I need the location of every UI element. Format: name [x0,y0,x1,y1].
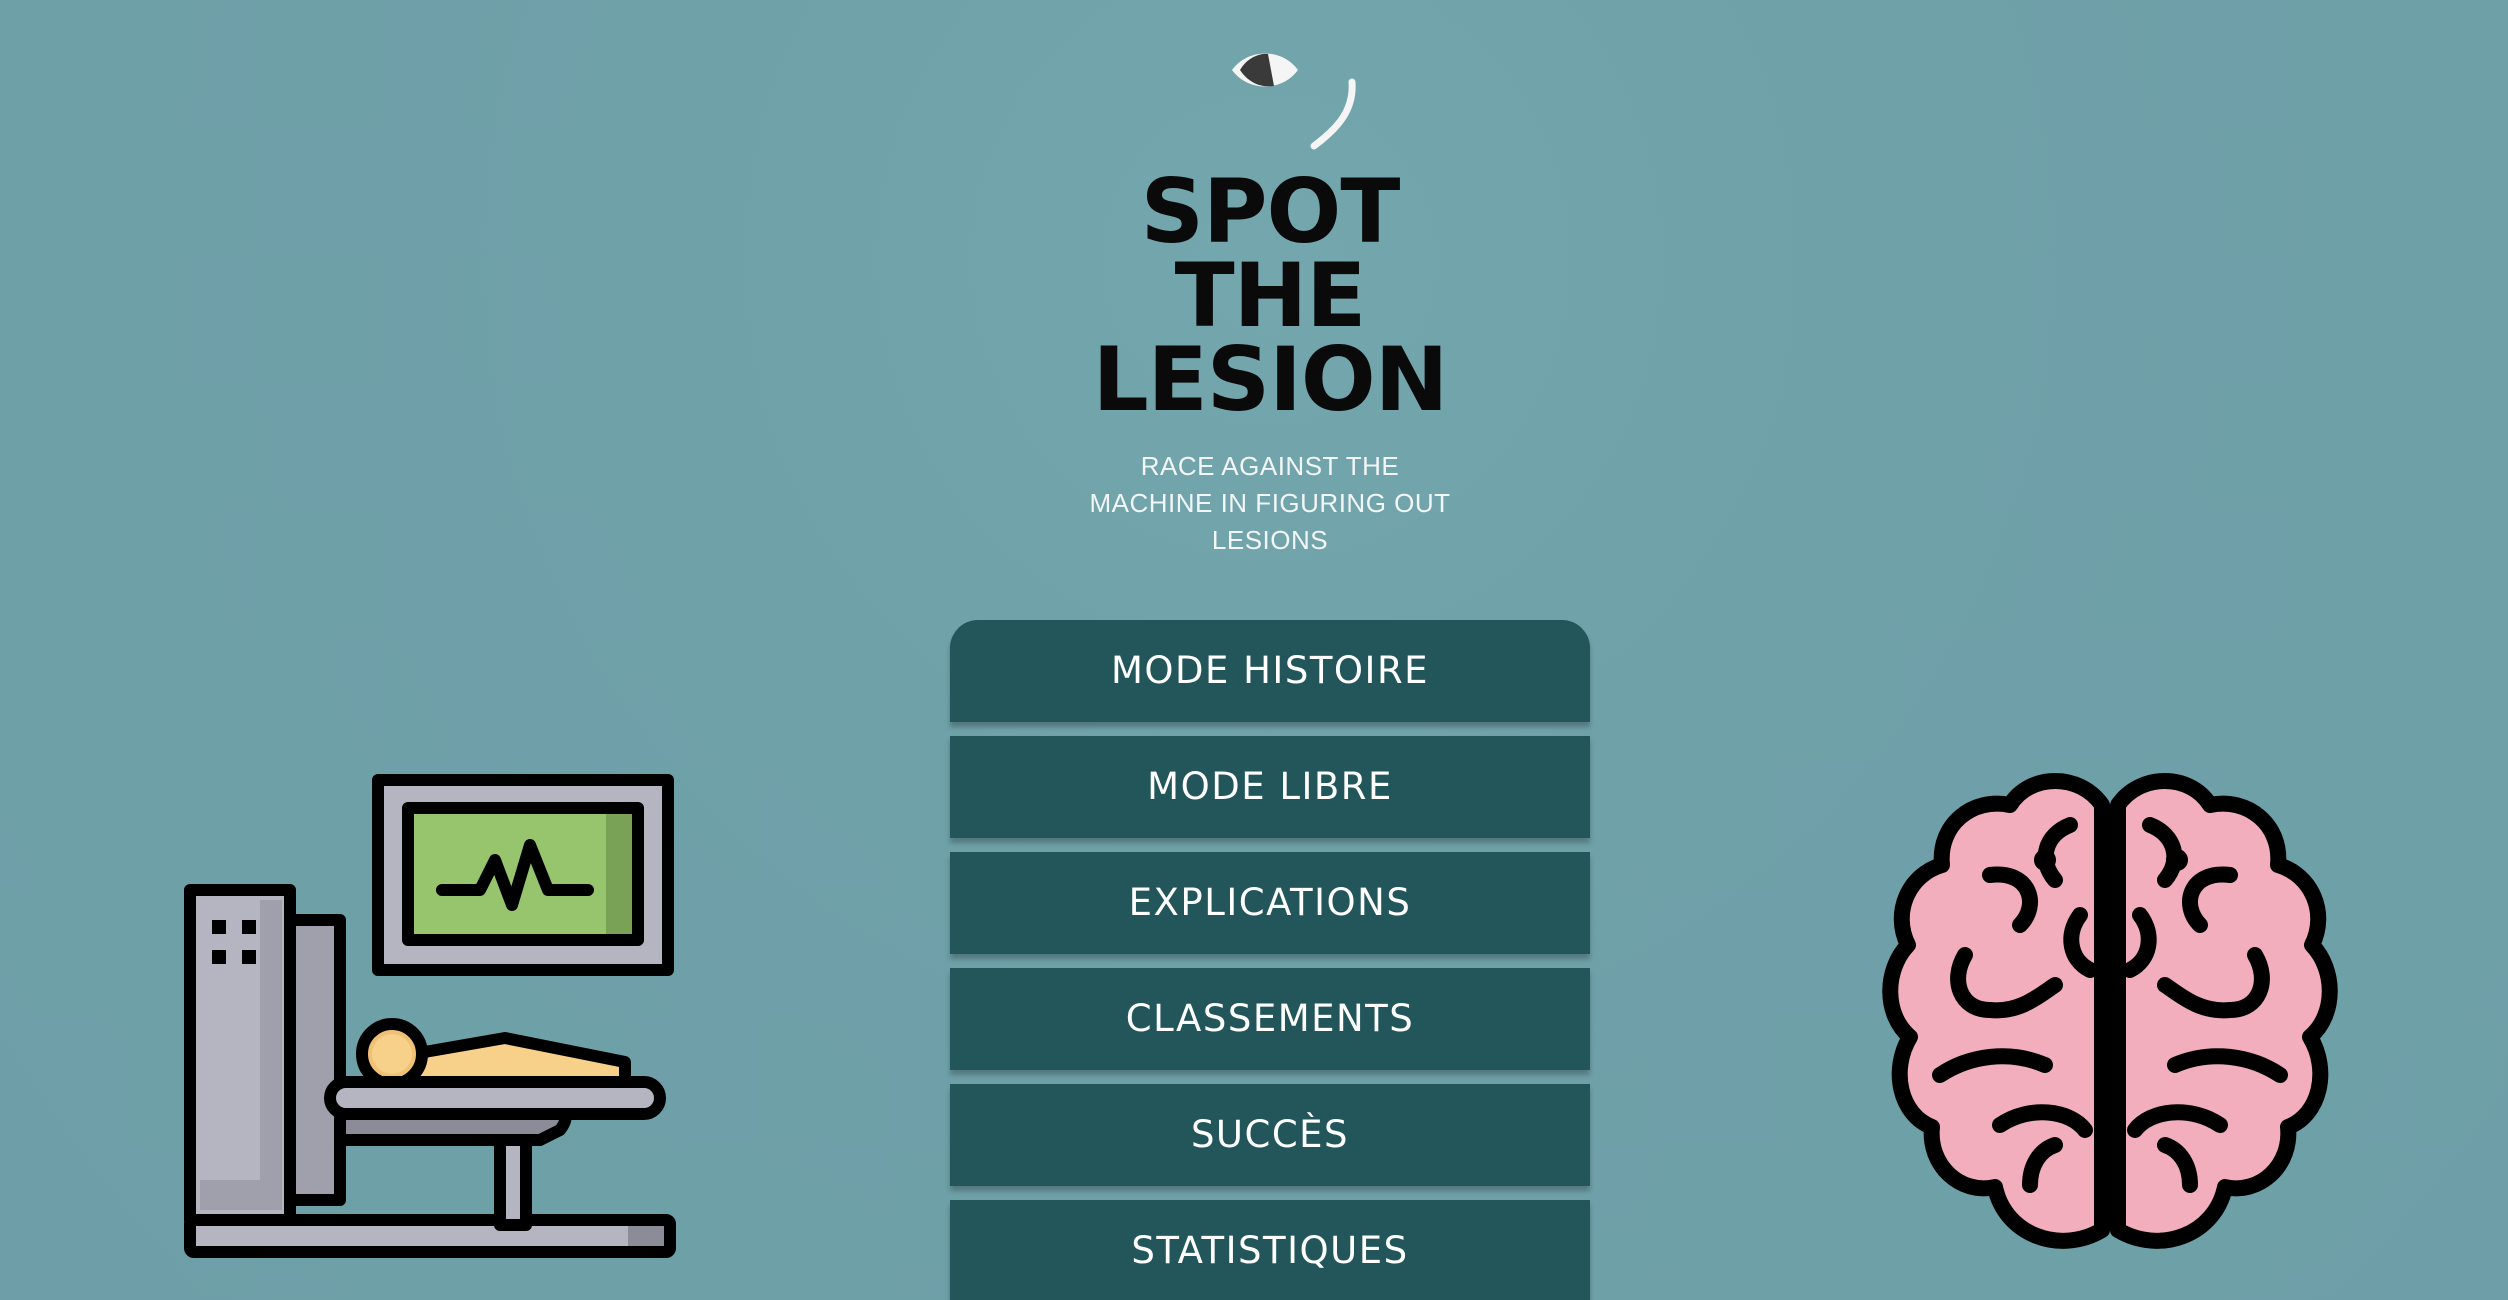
subtitle-line: RACE AGAINST THE [1140,451,1400,481]
main-menu-screen: SPOT THE LESION RACE AGAINST THE MACHINE… [0,0,2508,1300]
brain-icon [1882,773,2338,1249]
free-mode-button[interactable]: MODE LIBRE [950,736,1590,838]
achievements-button[interactable]: SUCCÈS [950,1084,1590,1186]
app-subtitle: RACE AGAINST THE MACHINE IN FIGURING OUT… [1050,448,1490,559]
title-line: LESION [1092,328,1449,431]
main-menu: MODE HISTOIRE MODE LIBRE EXPLICATIONS CL… [950,620,1590,1300]
eye-icon [1232,53,1356,150]
subtitle-line: LESIONS [1211,525,1329,555]
title-line: SPOT [1140,160,1401,263]
mri-scanner-icon [184,774,676,1258]
statistics-button[interactable]: STATISTIQUES [950,1200,1590,1300]
leaderboards-button[interactable]: CLASSEMENTS [950,968,1590,1070]
title-line: THE [1174,244,1367,347]
subtitle-line: MACHINE IN FIGURING OUT [1089,488,1451,518]
story-mode-button[interactable]: MODE HISTOIRE [950,620,1590,722]
explanations-button[interactable]: EXPLICATIONS [950,852,1590,954]
app-title: SPOT THE LESION [1070,160,1470,431]
